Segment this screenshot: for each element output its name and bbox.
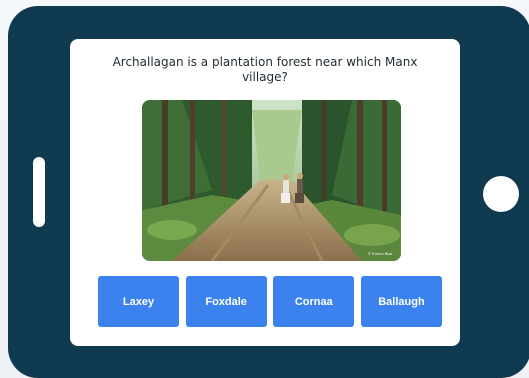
quiz-card: Archallagan is a plantation forest near … [70,39,460,346]
answer-button-ballaugh[interactable]: Ballaugh [360,276,442,327]
forest-photo: © Emma Blair [142,100,401,261]
answer-button-laxey[interactable]: Laxey [98,276,179,327]
tablet-home-button[interactable] [483,176,519,212]
answer-button-foxdale[interactable]: Foxdale [185,276,267,327]
answer-options: Laxey Foxdale Cornaa Ballaugh [98,276,442,327]
image-credit: © Emma Blair [368,251,393,256]
question-text: Archallagan is a plantation forest near … [112,55,418,84]
tablet-side-bar [33,157,45,227]
answer-button-cornaa[interactable]: Cornaa [273,276,355,327]
